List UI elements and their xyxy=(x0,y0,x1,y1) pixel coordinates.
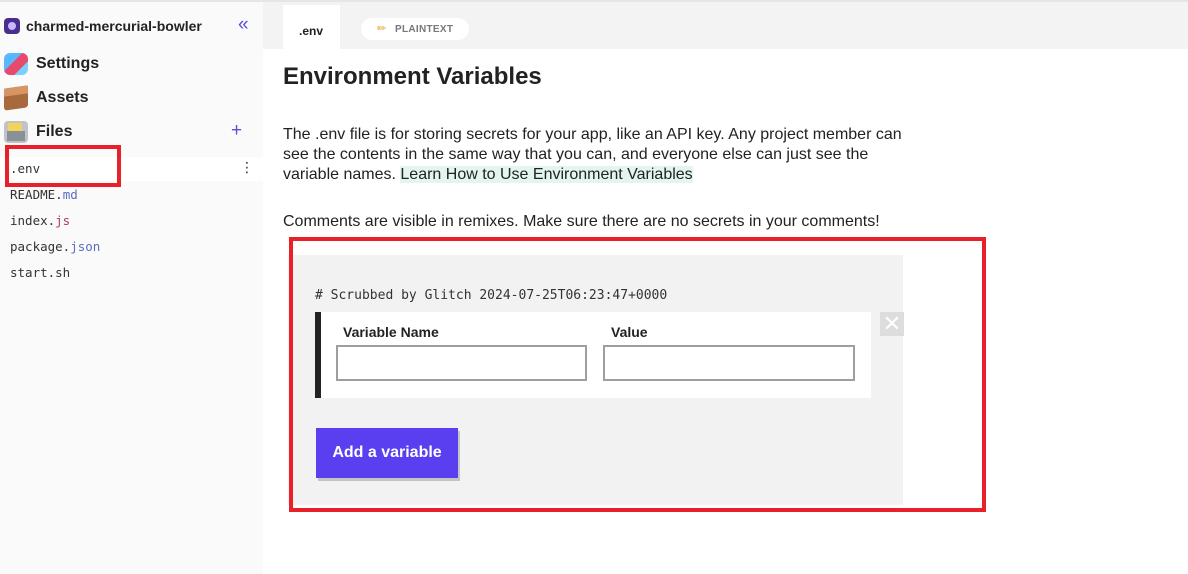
env-editor-panel: # Scrubbed by Glitch 2024-07-25T06:23:47… xyxy=(288,255,904,505)
scrub-comment: # Scrubbed by Glitch 2024-07-25T06:23:47… xyxy=(315,288,668,303)
sidebar-item-assets[interactable]: Assets xyxy=(0,84,263,114)
file-name: README.md xyxy=(10,187,78,202)
remove-variable-icon[interactable]: ✕ xyxy=(880,312,904,336)
sidebar-item-label: Files xyxy=(36,123,73,140)
variable-row: Variable Name Value ✕ xyxy=(315,312,904,398)
project-name[interactable]: charmed-mercurial-bowler xyxy=(26,18,202,34)
value-label: Value xyxy=(611,324,648,340)
sidebar-item-files[interactable]: Files + xyxy=(0,118,263,148)
tab-label: .env xyxy=(299,24,324,38)
page-title: Environment Variables xyxy=(283,63,542,90)
sidebar-item-label: Settings xyxy=(36,55,100,72)
variable-value-input[interactable] xyxy=(603,345,855,381)
language-label: PLAINTEXT xyxy=(395,24,454,35)
tab-bar: .env ✏ PLAINTEXT xyxy=(263,2,1188,50)
tab-env[interactable]: .env xyxy=(283,5,340,50)
file-item-index-js[interactable]: index.js xyxy=(0,209,263,233)
description-text: The .env file is for storing secrets for… xyxy=(283,126,902,183)
variable-name-input[interactable] xyxy=(336,345,587,381)
file-item-env[interactable]: .env ⋮ xyxy=(0,157,263,181)
collapse-sidebar-icon[interactable]: « xyxy=(238,14,249,36)
add-variable-button[interactable]: Add a variable xyxy=(316,428,458,478)
file-item-start-sh[interactable]: start.sh xyxy=(0,261,263,285)
file-name: package.json xyxy=(10,239,101,254)
file-name: index.js xyxy=(10,213,71,228)
file-item-readme[interactable]: README.md xyxy=(0,183,263,207)
files-icon xyxy=(4,121,28,143)
file-options-icon[interactable]: ⋮ xyxy=(240,160,254,176)
sidebar: charmed-mercurial-bowler « Settings Asse… xyxy=(0,2,263,574)
settings-icon xyxy=(4,53,28,75)
project-logo-icon xyxy=(4,18,20,34)
language-selector[interactable]: ✏ PLAINTEXT xyxy=(361,18,469,40)
add-file-icon[interactable]: + xyxy=(231,120,242,142)
pencil-icon: ✏ xyxy=(377,23,387,35)
comments-note: Comments are visible in remixes. Make su… xyxy=(283,213,880,230)
learn-env-link[interactable]: Learn How to Use Environment Variables xyxy=(400,166,693,183)
file-name: start.sh xyxy=(10,265,71,280)
file-item-package-json[interactable]: package.json xyxy=(0,235,263,259)
file-name: .env xyxy=(10,161,41,176)
variable-name-label: Variable Name xyxy=(343,324,439,340)
sidebar-item-label: Assets xyxy=(36,89,89,106)
assets-icon xyxy=(4,85,28,111)
sidebar-item-settings[interactable]: Settings xyxy=(0,50,263,80)
project-header[interactable]: charmed-mercurial-bowler « xyxy=(0,2,263,48)
